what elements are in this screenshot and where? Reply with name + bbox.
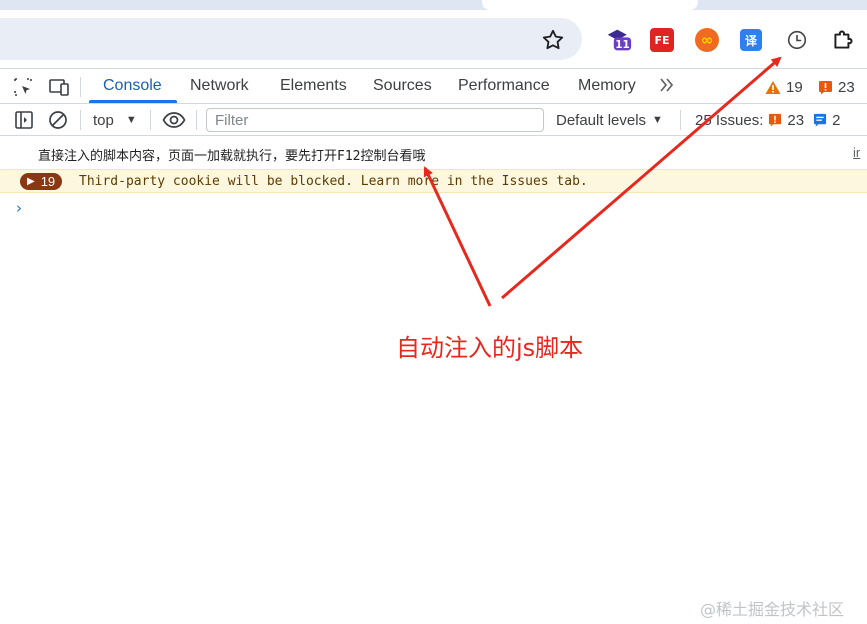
- extension-infinity-icon[interactable]: ∞: [695, 28, 719, 52]
- inspect-element-icon[interactable]: [13, 77, 33, 97]
- log-source-link[interactable]: ir: [853, 145, 860, 160]
- error-flag-icon: [819, 80, 832, 94]
- log-levels-label: Default levels: [556, 111, 647, 129]
- context-value: top: [93, 111, 114, 129]
- device-toolbar-icon[interactable]: [48, 77, 69, 97]
- warning-triangle-icon: [765, 80, 781, 94]
- warnings-counter[interactable]: 19: [765, 78, 803, 96]
- browser-toolbar: 11 FE ∞ 译: [0, 10, 867, 68]
- issues-info-count: 2: [832, 111, 841, 129]
- issue-error-icon: [769, 113, 782, 127]
- clear-console-icon[interactable]: [48, 110, 68, 130]
- annotation-label: 自动注入的js脚本: [396, 334, 584, 362]
- extension-translate-icon[interactable]: 译: [740, 29, 762, 51]
- tab-memory[interactable]: Memory: [578, 69, 636, 103]
- watermark: @稀土掘金技术社区: [700, 600, 845, 619]
- more-tabs-chevron-icon[interactable]: [656, 75, 678, 97]
- bookmark-star-icon[interactable]: [540, 27, 566, 53]
- issue-info-icon: [813, 113, 827, 127]
- console-output: [0, 136, 867, 624]
- tab-console[interactable]: Console: [103, 69, 162, 103]
- extensions-puzzle-icon[interactable]: [830, 27, 856, 53]
- extension-badge-text: 11: [615, 39, 629, 51]
- toolbar-divider: [196, 110, 197, 130]
- tabstrip-right-edge: [717, 0, 867, 10]
- toolbar-divider: [680, 110, 681, 130]
- tab-sources[interactable]: Sources: [373, 69, 432, 103]
- tab-network[interactable]: Network: [190, 69, 249, 103]
- warning-group-badge[interactable]: ▶ 19: [20, 173, 63, 190]
- console-log-message: 直接注入的脚本内容，页面一加载就执行，要先打开F12控制台看哦 ir: [0, 142, 867, 166]
- tab-performance[interactable]: Performance: [458, 69, 550, 103]
- log-levels-dropdown[interactable]: Default levels ▼: [556, 109, 663, 131]
- toolbar-divider: [80, 77, 81, 97]
- console-toolbar: top ▼ Default levels ▼ 25 Issues: 23 2: [0, 104, 867, 136]
- warnings-count: 19: [786, 78, 803, 96]
- extension-clock-icon[interactable]: [784, 27, 810, 53]
- warning-message-text: Third-party cookie will be blocked. Lear…: [79, 174, 588, 189]
- context-selector[interactable]: top ▼: [93, 109, 137, 131]
- active-tab-edge: [482, 0, 698, 10]
- expand-triangle-icon: ▶: [27, 176, 35, 187]
- extension-fe-label: FE: [654, 33, 670, 47]
- toolbar-divider: [150, 110, 151, 130]
- extension-graduation-icon[interactable]: 11: [606, 27, 632, 53]
- errors-count: 23: [838, 78, 855, 96]
- caret-down-icon: ▼: [125, 114, 137, 126]
- devtools-tab-bar: Console Network Elements Sources Perform…: [0, 68, 867, 104]
- issues-counter[interactable]: 25 Issues: 23 2: [695, 109, 840, 131]
- errors-counter[interactable]: 23: [818, 78, 855, 96]
- sidebar-toggle-icon[interactable]: [14, 110, 34, 130]
- issues-errors-count: 23: [787, 111, 805, 129]
- console-warning-message: ▶ 19 Third-party cookie will be blocked.…: [0, 169, 867, 193]
- log-message-text: 直接注入的脚本内容，页面一加载就执行，要先打开F12控制台看哦: [38, 149, 426, 164]
- extension-fe-icon[interactable]: FE: [650, 28, 674, 52]
- tab-elements[interactable]: Elements: [280, 69, 347, 103]
- toolbar-divider: [80, 110, 81, 130]
- extension-translate-label: 译: [744, 33, 757, 48]
- warning-group-count: 19: [40, 174, 56, 189]
- filter-input[interactable]: [206, 108, 544, 132]
- extension-infinity-label: ∞: [700, 31, 714, 49]
- console-prompt-chevron-icon[interactable]: ›: [16, 199, 22, 217]
- issues-label: 25 Issues:: [695, 111, 764, 129]
- live-expression-eye-icon[interactable]: [162, 110, 186, 130]
- active-tab-indicator: [89, 100, 177, 103]
- address-bar[interactable]: [0, 18, 582, 60]
- caret-down-icon: ▼: [652, 114, 663, 126]
